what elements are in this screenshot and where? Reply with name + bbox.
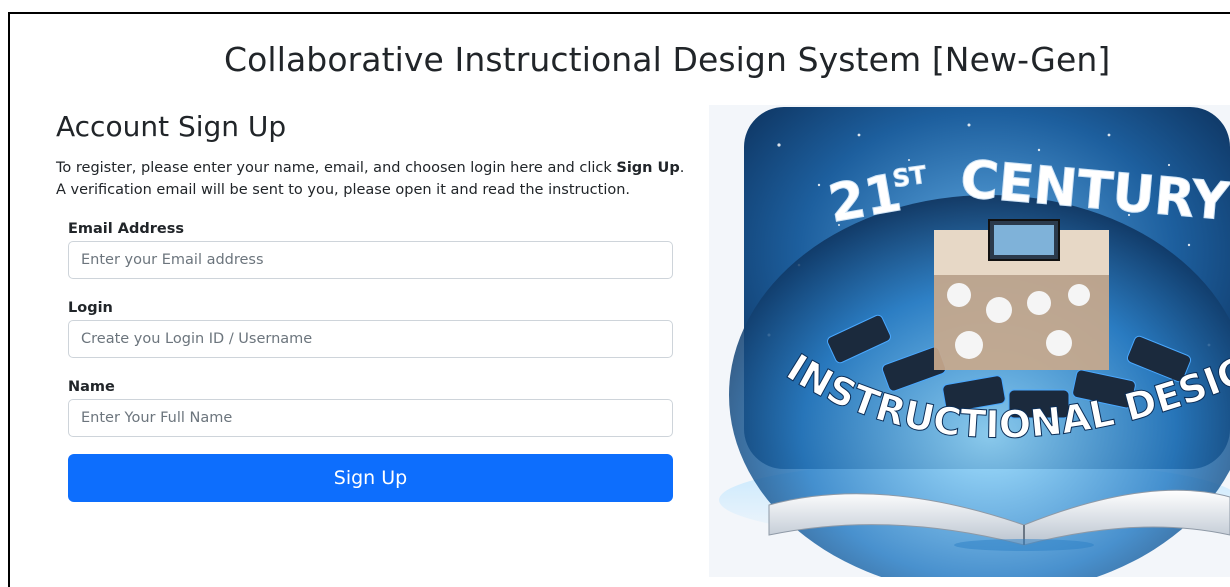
hero-text-st: ST [891, 161, 929, 193]
name-label: Name [68, 379, 115, 395]
hero-illustration: 21 ST CENTURY INSTRUCTIONAL DESIGN [709, 105, 1230, 577]
site-title: Collaborative Instructional Design Syste… [224, 40, 1111, 79]
email-input[interactable] [68, 241, 673, 279]
login-input[interactable] [68, 320, 673, 358]
email-label: Email Address [68, 221, 185, 237]
sign-up-button[interactable]: Sign Up [68, 454, 673, 502]
intro-line1-suffix: . [679, 160, 685, 176]
intro-line1-bold: Sign Up [616, 160, 680, 176]
intro-line2: A verification email will be sent to you… [56, 182, 631, 198]
login-label: Login [68, 300, 113, 316]
intro-line1-prefix: To register, please enter your name, ema… [56, 160, 617, 176]
name-input[interactable] [68, 399, 673, 437]
page-heading: Account Sign Up [56, 110, 287, 143]
intro-text: To register, please enter your name, ema… [56, 157, 696, 201]
hero-image: 21 ST CENTURY INSTRUCTIONAL DESIGN [709, 105, 1230, 577]
